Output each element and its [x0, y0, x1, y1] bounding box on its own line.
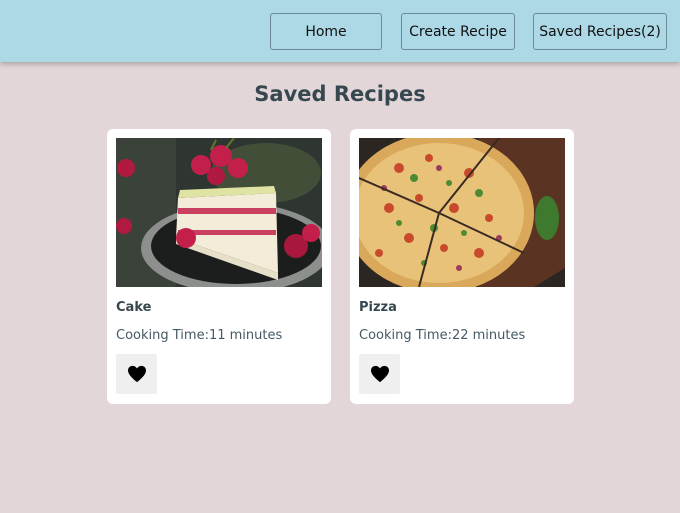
heart-icon — [127, 365, 146, 383]
recipe-card: Cake Cooking Time:11 minutes — [107, 129, 331, 404]
heart-icon — [370, 365, 389, 383]
recipe-cooking-time: Cooking Time:22 minutes — [359, 328, 526, 343]
favorite-button[interactable] — [116, 354, 157, 394]
saved-recipes-button[interactable]: Saved Recipes(2) — [533, 13, 667, 50]
page-title: Saved Recipes — [254, 82, 426, 106]
recipe-card: Pizza Cooking Time:22 minutes — [350, 129, 574, 404]
cake-image — [116, 138, 322, 287]
recipe-cooking-time: Cooking Time:11 minutes — [116, 328, 283, 343]
top-navbar: Home Create Recipe Saved Recipes(2) — [0, 0, 680, 62]
home-button[interactable]: Home — [270, 13, 382, 50]
favorite-button[interactable] — [359, 354, 400, 394]
recipe-name: Cake — [116, 300, 152, 315]
recipe-name: Pizza — [359, 300, 397, 315]
pizza-image — [359, 138, 565, 287]
create-recipe-button[interactable]: Create Recipe — [401, 13, 515, 50]
